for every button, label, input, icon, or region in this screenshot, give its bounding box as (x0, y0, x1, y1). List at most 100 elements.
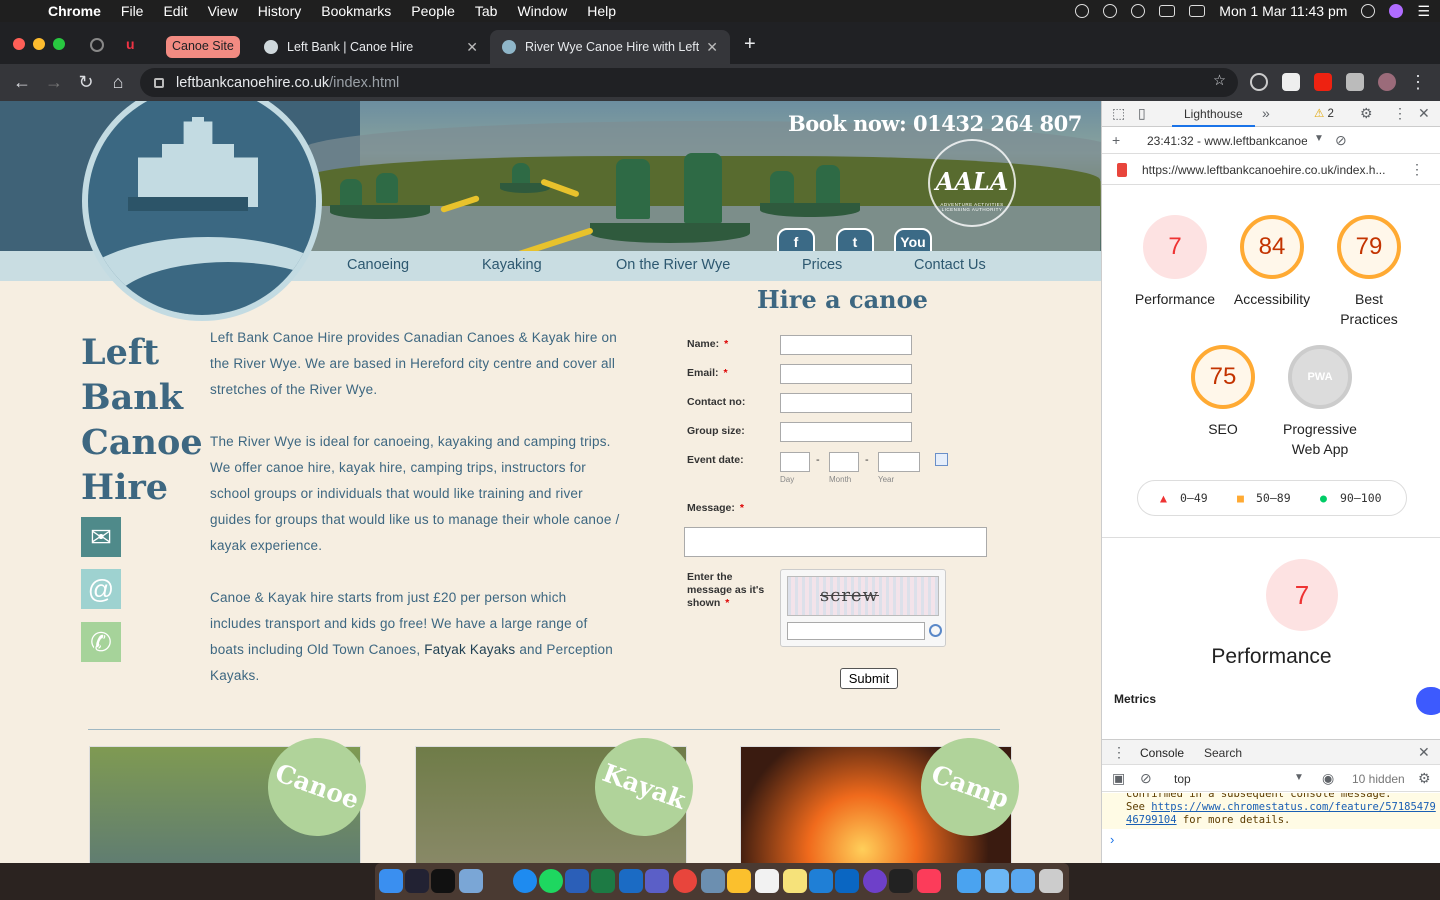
extensions-puzzle-icon[interactable] (1346, 73, 1364, 91)
control-center-icon[interactable]: ☰ (1417, 3, 1430, 20)
calendar-icon[interactable] (935, 453, 948, 466)
drawer-menu-icon[interactable]: ⋮ (1112, 744, 1126, 761)
console-settings-icon[interactable]: ⚙ (1418, 770, 1431, 787)
close-drawer-icon[interactable]: ✕ (1418, 744, 1430, 761)
trello-icon[interactable] (835, 869, 859, 893)
performance-gauge[interactable]: 7 (1143, 215, 1207, 279)
address-bar[interactable]: leftbankcanoehire.co.uk/index.html ☆ (140, 68, 1238, 97)
red-extension-icon[interactable] (1314, 73, 1332, 91)
name-field[interactable] (780, 335, 912, 355)
new-report-plus-icon[interactable]: + (1112, 132, 1120, 148)
chrome-icon[interactable] (673, 869, 697, 893)
day-field[interactable] (780, 452, 810, 472)
mail-icon[interactable]: ✉ (81, 517, 121, 557)
devtools-menu-icon[interactable]: ⋮ (1393, 105, 1407, 122)
accessibility-gauge[interactable]: 84 (1240, 215, 1304, 279)
forward-arrow-icon[interactable]: → (44, 72, 64, 92)
menu-edit[interactable]: Edit (153, 3, 197, 19)
excel-icon[interactable] (591, 869, 615, 893)
teams-icon[interactable] (645, 869, 669, 893)
pinned-tab-globe-icon[interactable] (90, 38, 104, 52)
year-field[interactable] (878, 452, 920, 472)
close-window-button[interactable] (13, 38, 25, 50)
console-prompt-icon[interactable]: › (1110, 832, 1114, 847)
captcha-input[interactable] (787, 622, 925, 640)
phone-icon[interactable]: ✆ (81, 622, 121, 662)
warnings-badge[interactable]: ⚠ 2 (1314, 106, 1334, 120)
trash-icon[interactable] (1039, 869, 1063, 893)
nav-contact[interactable]: Contact Us (914, 257, 986, 273)
menu-bookmarks[interactable]: Bookmarks (311, 3, 401, 19)
nav-river-wye[interactable]: On the River Wye (616, 257, 730, 273)
github-icon[interactable] (863, 869, 887, 893)
dropdown-arrow-icon[interactable]: ▼ (1314, 133, 1324, 144)
keep-notes-icon[interactable] (727, 869, 751, 893)
close-devtools-icon[interactable]: ✕ (1418, 105, 1430, 122)
back-arrow-icon[interactable]: ← (12, 72, 32, 92)
context-dropdown-icon[interactable]: ▼ (1294, 772, 1304, 783)
sidebar-toggle-icon[interactable]: ▣ (1112, 770, 1125, 787)
siri-icon[interactable] (1389, 4, 1404, 18)
word-icon[interactable] (565, 869, 589, 893)
tab-lighthouse[interactable]: Lighthouse (1172, 101, 1255, 127)
best-practices-gauge[interactable]: 79 (1337, 215, 1401, 279)
book-now-phone[interactable]: Book now: 01432 264 807 (788, 111, 1082, 136)
seo-gauge[interactable]: 75 (1191, 345, 1255, 409)
nav-prices[interactable]: Prices (802, 257, 842, 273)
more-tabs-chevron-icon[interactable]: » (1262, 105, 1270, 121)
menu-app-chrome[interactable]: Chrome (38, 3, 111, 19)
bluetooth-icon[interactable] (1103, 4, 1118, 18)
applications-folder-icon[interactable] (985, 869, 1009, 893)
downloads-stack-icon[interactable] (957, 869, 981, 893)
maximize-window-button[interactable] (53, 38, 65, 50)
menu-window[interactable]: Window (507, 3, 577, 19)
tab-left-bank[interactable]: Left Bank | Canoe Hire ✕ (252, 30, 490, 64)
menu-help[interactable]: Help (577, 3, 626, 19)
clear-console-icon[interactable]: ⊘ (1140, 770, 1152, 787)
clear-icon[interactable]: ⊘ (1335, 132, 1347, 149)
tab-group-chip[interactable]: Canoe Site (166, 36, 240, 58)
notion-icon[interactable] (755, 869, 779, 893)
menu-tab[interactable]: Tab (465, 3, 508, 19)
spotify-icon[interactable] (539, 869, 563, 893)
group-size-field[interactable] (780, 422, 912, 442)
nav-canoeing[interactable]: Canoeing (347, 257, 409, 273)
extension-gear-icon[interactable] (1250, 73, 1268, 91)
inspect-element-icon[interactable]: ⬚ (1112, 105, 1125, 122)
glasses-icon[interactable] (1075, 4, 1090, 18)
fatyak-link[interactable]: Fatyak Kayaks (424, 642, 515, 657)
context-selector[interactable]: top (1174, 772, 1191, 786)
menu-people[interactable]: People (401, 3, 465, 19)
vscode-icon[interactable] (809, 869, 833, 893)
youtube-icon[interactable]: You (894, 228, 932, 251)
keyboard-icon[interactable] (1189, 5, 1206, 17)
home-icon[interactable]: ⌂ (108, 72, 128, 92)
bookmark-star-icon[interactable]: ☆ (1213, 73, 1226, 89)
menu-file[interactable]: File (111, 3, 154, 19)
notion-extension-icon[interactable] (1282, 73, 1300, 91)
settings-gear-icon[interactable]: ⚙ (1360, 105, 1373, 122)
close-tab-icon[interactable]: ✕ (706, 39, 718, 56)
lock-icon[interactable] (154, 77, 164, 88)
report-selector[interactable]: 23:41:32 - www.leftbankcanoe (1147, 134, 1307, 148)
figma-icon[interactable] (889, 869, 913, 893)
contact-field[interactable] (780, 393, 912, 413)
activity-monitor-icon[interactable] (405, 869, 429, 893)
pinned-tab-logo-icon[interactable]: u (126, 36, 135, 52)
wifi-icon[interactable] (1131, 4, 1146, 18)
tab-river-wye[interactable]: River Wye Canoe Hire with Left ✕ (490, 30, 730, 64)
menu-view[interactable]: View (198, 3, 248, 19)
close-tab-icon[interactable]: ✕ (466, 39, 478, 56)
new-tab-button[interactable]: + (744, 33, 756, 56)
tab-search[interactable]: Search (1204, 746, 1242, 760)
nav-kayaking[interactable]: Kayaking (482, 257, 542, 273)
stickies-icon[interactable] (783, 869, 807, 893)
email-at-icon[interactable]: @ (81, 569, 121, 609)
report-menu-icon[interactable]: ⋮ (1410, 161, 1424, 178)
menubar-clock[interactable]: Mon 1 Mar 11:43 pm (1219, 3, 1347, 19)
profile-avatar[interactable] (1378, 73, 1396, 91)
preview-icon[interactable] (459, 869, 483, 893)
battery-icon[interactable] (1159, 5, 1176, 17)
minimize-window-button[interactable] (33, 38, 45, 50)
documents-folder-icon[interactable] (1011, 869, 1035, 893)
